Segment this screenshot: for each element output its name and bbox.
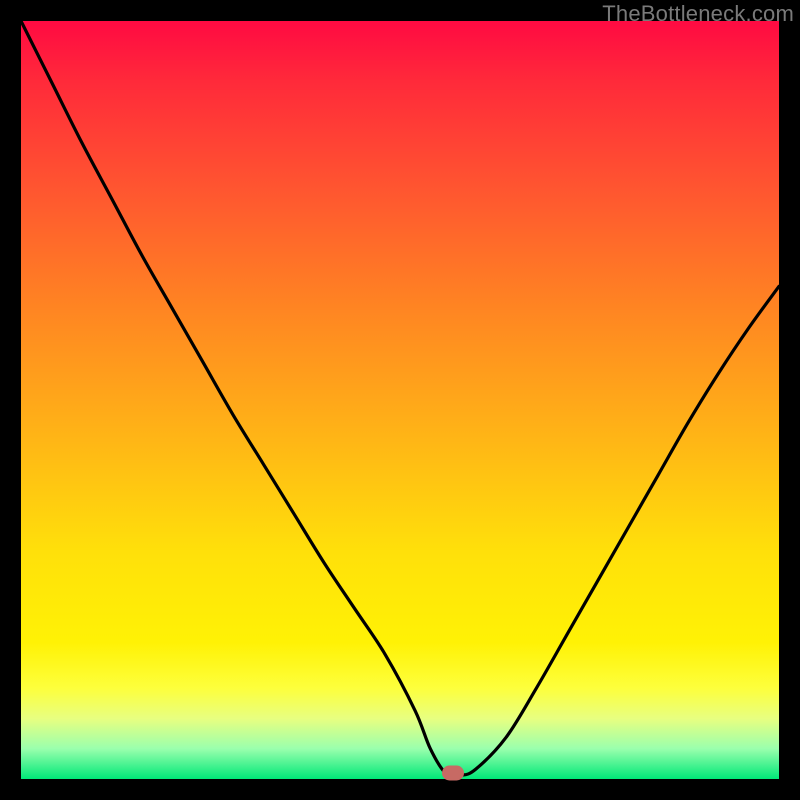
bottleneck-marker <box>442 765 464 780</box>
bottleneck-curve <box>21 21 779 779</box>
chart-frame: TheBottleneck.com <box>0 0 800 800</box>
plot-area <box>21 21 779 779</box>
watermark-text: TheBottleneck.com <box>602 1 794 27</box>
